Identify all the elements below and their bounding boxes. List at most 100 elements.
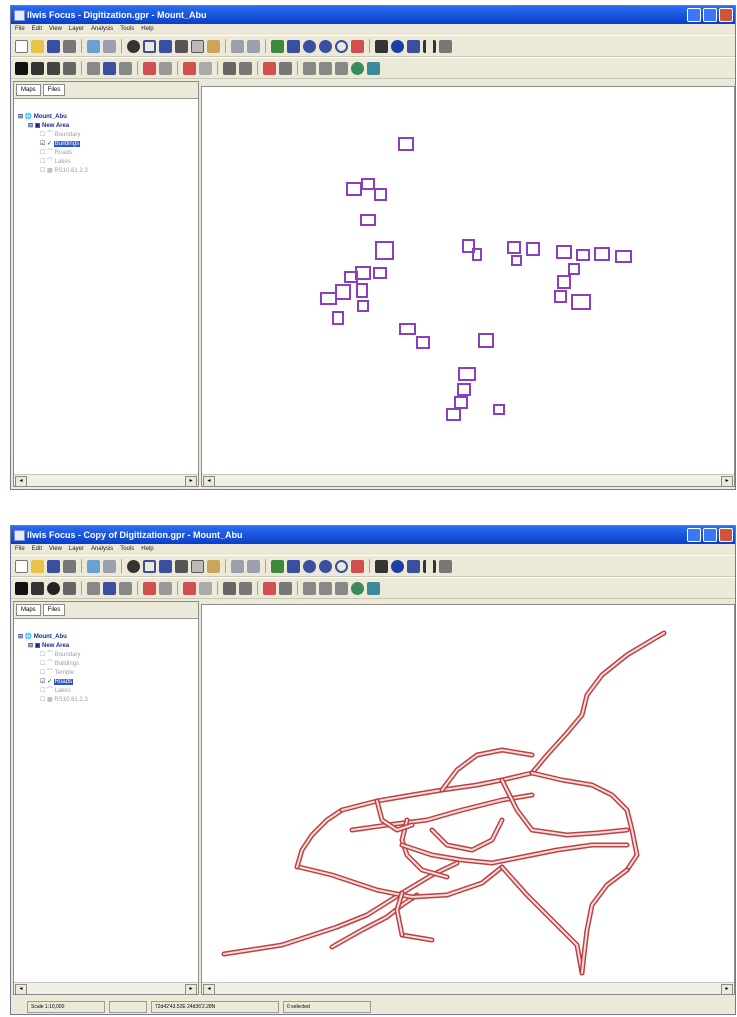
layout-icon[interactable]	[351, 39, 364, 53]
tree-root[interactable]: ⊟ 🌐 Mount_Abu	[18, 633, 67, 642]
menu-file[interactable]: File	[15, 544, 25, 555]
paint-icon[interactable]	[103, 581, 116, 595]
tree-root[interactable]: ⊟ 🌐 Mount_Abu	[18, 113, 67, 122]
building-polygon[interactable]	[357, 300, 369, 312]
tree-layer[interactable]: ☐ ⌒ Lakes	[40, 158, 71, 167]
select-arrow-icon[interactable]	[375, 39, 388, 53]
building-polygon[interactable]	[576, 249, 590, 261]
building-polygon[interactable]	[557, 275, 571, 289]
text-icon[interactable]	[279, 61, 292, 75]
building-polygon[interactable]	[568, 263, 580, 275]
toc-scrollbar[interactable]: ◂ ▸	[14, 982, 198, 995]
arrow-icon[interactable]	[319, 581, 332, 595]
link-icon[interactable]	[103, 39, 116, 53]
menu-file[interactable]: File	[15, 24, 25, 35]
text-icon[interactable]	[63, 61, 76, 75]
road-casing[interactable]	[499, 777, 630, 838]
menu-view[interactable]: View	[49, 544, 62, 555]
table-icon[interactable]	[407, 39, 420, 53]
toc-scrollbar[interactable]: ◂ ▸	[14, 474, 198, 487]
font-color-icon[interactable]	[239, 581, 252, 595]
link-icon[interactable]	[103, 559, 116, 573]
open-icon[interactable]	[31, 39, 44, 53]
tab-maps[interactable]: Maps	[16, 84, 41, 96]
building-polygon[interactable]	[356, 283, 368, 298]
building-polygon[interactable]	[507, 241, 521, 254]
play-icon[interactable]	[31, 581, 44, 595]
building-polygon[interactable]	[398, 137, 414, 151]
tree-layer[interactable]: ☐ ⌒ Lakes	[40, 687, 71, 696]
tree-layer-selected[interactable]: ☑ ✓ Buildings	[40, 140, 81, 149]
rotate-icon[interactable]	[87, 581, 100, 595]
new-icon[interactable]	[15, 39, 28, 53]
rotate-icon[interactable]	[87, 61, 100, 75]
menu-analysis[interactable]: Analysis	[91, 544, 113, 555]
scroll-right-arrow-icon[interactable]: ▸	[185, 984, 197, 995]
title-bar[interactable]: Ilwis Focus - Copy of Digitization.gpr -…	[11, 526, 735, 544]
pause-icon[interactable]	[423, 39, 436, 53]
globe-icon[interactable]	[351, 61, 364, 75]
building-polygon[interactable]	[399, 323, 416, 335]
square-icon[interactable]	[143, 559, 156, 573]
menu-tools[interactable]: Tools	[120, 544, 134, 555]
building-polygon[interactable]	[457, 383, 471, 396]
roads-layer[interactable]	[202, 605, 735, 995]
tree-layer[interactable]: ☐ ⌒ Temple	[40, 669, 74, 678]
building-polygon[interactable]	[355, 266, 371, 280]
building-polygon[interactable]	[416, 336, 430, 349]
open-icon[interactable]	[31, 559, 44, 573]
close-button[interactable]	[719, 8, 733, 22]
map-scrollbar[interactable]: ◂ ▸	[202, 474, 734, 486]
zoom-out-icon[interactable]	[319, 39, 332, 53]
scale-dropdown[interactable]	[109, 1001, 147, 1013]
database-icon[interactable]	[159, 559, 172, 573]
line-color-icon[interactable]	[143, 581, 156, 595]
tab-files[interactable]: Files	[42, 604, 66, 616]
buildings-layer[interactable]	[202, 87, 735, 487]
tree-layer[interactable]: ☐ ⌒ Boundary	[40, 131, 80, 140]
fill-color-icon[interactable]	[223, 581, 236, 595]
arrow-icon[interactable]	[319, 61, 332, 75]
building-polygon[interactable]	[615, 250, 632, 263]
print-icon[interactable]	[63, 559, 76, 573]
print-icon[interactable]	[63, 39, 76, 53]
tree-layer[interactable]: ☐ ▦ RS10.61.2.3	[40, 167, 88, 176]
shape-icon[interactable]	[335, 61, 348, 75]
bookmark-icon[interactable]	[367, 581, 380, 595]
point-tool-icon[interactable]	[47, 581, 60, 595]
tree-group[interactable]: ⊟ ▣ New Area	[28, 642, 69, 651]
building-polygon[interactable]	[361, 178, 375, 190]
copy-icon[interactable]	[191, 559, 204, 573]
redo-icon[interactable]	[247, 39, 260, 53]
road-casing[interactable]	[529, 770, 640, 873]
building-polygon[interactable]	[478, 333, 494, 348]
tools-icon[interactable]	[439, 559, 452, 573]
new-icon[interactable]	[15, 559, 28, 573]
scroll-right-arrow-icon[interactable]: ▸	[721, 476, 733, 486]
tree-layer[interactable]: ☐ ▦ RS10.61.2.3	[40, 696, 88, 705]
zoom-box-icon[interactable]	[287, 39, 300, 53]
scroll-right-arrow-icon[interactable]: ▸	[185, 476, 197, 487]
save-icon[interactable]	[47, 39, 60, 53]
pen-icon[interactable]	[183, 61, 196, 75]
road-casing[interactable]	[399, 842, 630, 866]
fill-icon[interactable]	[119, 61, 132, 75]
map-icon[interactable]	[87, 39, 100, 53]
zoom-box-icon[interactable]	[287, 559, 300, 573]
building-polygon[interactable]	[320, 292, 337, 305]
close-button[interactable]	[719, 528, 733, 542]
road-casing[interactable]	[499, 864, 585, 976]
zoom-in-icon[interactable]	[303, 39, 316, 53]
building-polygon[interactable]	[335, 284, 351, 300]
cut-icon[interactable]	[175, 559, 188, 573]
table-icon[interactable]	[407, 559, 420, 573]
building-polygon[interactable]	[373, 267, 387, 279]
line-icon[interactable]	[303, 61, 316, 75]
menu-layer[interactable]: Layer	[69, 24, 84, 35]
undo-icon[interactable]	[231, 559, 244, 573]
building-polygon[interactable]	[332, 311, 344, 325]
menu-edit[interactable]: Edit	[32, 544, 42, 555]
layout-icon[interactable]	[351, 559, 364, 573]
scroll-right-arrow-icon[interactable]: ▸	[721, 984, 733, 994]
map-icon[interactable]	[87, 559, 100, 573]
